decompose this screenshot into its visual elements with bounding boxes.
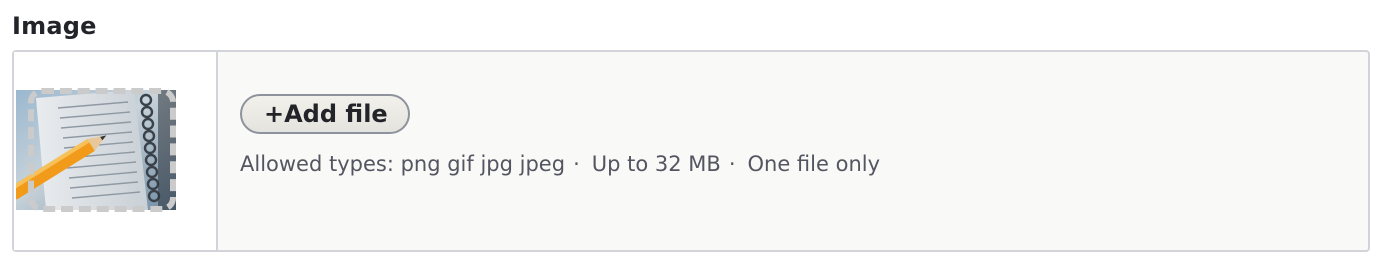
upload-controls: +Add file Allowed types: png gif jpg jpe… (218, 52, 1368, 250)
add-file-button[interactable]: +Add file (240, 94, 410, 134)
file-limit-text: One file only (747, 152, 881, 176)
allowed-types-text: Allowed types: png gif jpg jpeg (240, 152, 566, 176)
max-size-text: Up to 32 MB (591, 152, 721, 176)
separator-dot: · (728, 152, 736, 176)
upload-description: Allowed types: png gif jpg jpeg · Up to 32… (240, 152, 880, 176)
image-thumbnail[interactable] (16, 90, 176, 210)
image-upload-widget: +Add file Allowed types: png gif jpg jpe… (12, 50, 1370, 252)
separator-dot: · (573, 152, 580, 176)
image-preview-cell (14, 52, 218, 250)
field-label: Image (12, 12, 97, 40)
